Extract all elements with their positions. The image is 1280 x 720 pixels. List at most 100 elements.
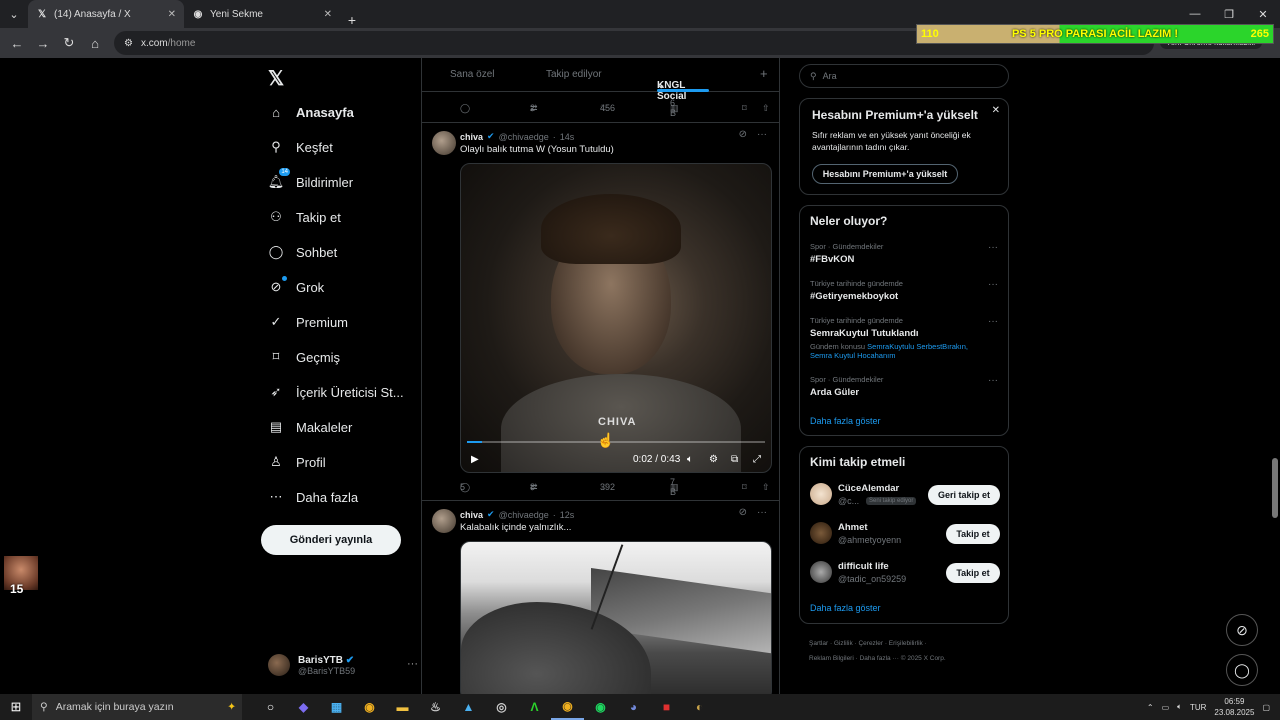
share-icon[interactable]: ⇧ <box>762 103 770 114</box>
nav-item-notifications[interactable]: 🔔︎ 14 Bildirimler <box>268 168 353 192</box>
notifications-icon[interactable]: ▢ <box>1262 703 1270 712</box>
site-info-icon[interactable]: ⚙ <box>124 38 133 49</box>
verified-badge-icon: ✔ <box>487 509 495 519</box>
tab-following[interactable]: Takip edilyor <box>546 69 602 80</box>
steam-icon[interactable]: ♨ <box>419 694 452 720</box>
new-tab-button[interactable]: + <box>340 12 364 28</box>
follow-button[interactable]: Takip et <box>946 563 1000 583</box>
volume-icon[interactable]: 🔈︎ <box>1177 702 1182 712</box>
store-icon[interactable]: ▦ <box>320 694 353 720</box>
network-icon[interactable]: ▭ <box>1162 703 1170 712</box>
author-name[interactable]: chiva <box>460 510 483 520</box>
more-icon[interactable]: ··· <box>407 658 418 670</box>
more-icon[interactable]: ··· <box>988 242 998 253</box>
follow-back-button[interactable]: Geri takip et <box>928 485 1000 505</box>
forward-icon[interactable]: → <box>32 32 54 54</box>
close-tab-icon[interactable]: ✕ <box>168 9 176 20</box>
nav-item-articles[interactable]: ▤ Makaleler <box>268 417 353 437</box>
windows-start-icon[interactable]: ⊞ <box>0 694 32 720</box>
browser-tab-active[interactable]: 𝕏 (14) Anasayfa / X ✕ <box>28 0 184 28</box>
play-icon[interactable]: ▶ <box>471 454 479 465</box>
tweet[interactable]: chiva ✔ @chivaedge · 12s ⊘ ··· Kalabalık… <box>422 500 779 694</box>
chrome-active-icon[interactable]: ◉ <box>551 694 584 720</box>
more-icon[interactable]: ··· <box>988 375 998 386</box>
league-icon[interactable]: ◐ <box>683 694 716 720</box>
volume-icon[interactable]: 🔈︎ <box>687 454 693 465</box>
trends-show-more-link[interactable]: Daha fazla göster <box>810 416 881 426</box>
follow-suggestion[interactable]: difficult life @tadic_on59259 Takip et <box>810 561 1000 587</box>
video-progress-bar[interactable] <box>467 441 765 443</box>
nav-item-premium[interactable]: ✓ Premium <box>268 312 348 332</box>
more-icon[interactable]: ··· <box>757 129 767 140</box>
task-view-icon[interactable]: ○ <box>254 694 287 720</box>
share-icon[interactable]: ⇧ <box>762 482 770 493</box>
nav-item-creator-studio[interactable]: ➶ İçerik Üreticisi St... <box>268 382 404 402</box>
tweet-time[interactable]: 12s <box>560 510 575 520</box>
grok-icon[interactable]: ⊘ <box>739 129 747 140</box>
obs-icon[interactable]: ◎ <box>485 694 518 720</box>
back-icon[interactable]: ← <box>6 32 28 54</box>
more-icon[interactable]: ··· <box>988 316 998 327</box>
tweet-time[interactable]: 14s <box>560 132 575 142</box>
tab-search-button[interactable]: ⌄ <box>0 0 28 28</box>
author-handle[interactable]: @chivaedge <box>499 510 549 520</box>
avatar[interactable] <box>432 131 456 155</box>
follow-suggestion[interactable]: Ahmet @ahmetyoyenn Takip et <box>810 522 1000 548</box>
post-button[interactable]: Gönderi yayınla <box>261 525 401 555</box>
account-switcher[interactable]: BarisYTB ✔ @BarisYTB59 ··· <box>268 654 418 676</box>
nav-item-more[interactable]: ⋯ Daha fazla <box>268 487 359 507</box>
pip-icon[interactable]: ⧉ <box>731 454 738 465</box>
follow-button[interactable]: Takip et <box>946 524 1000 544</box>
scrollbar-thumb[interactable] <box>1272 458 1278 518</box>
author-name[interactable]: chiva <box>460 132 483 142</box>
grok-fab-icon[interactable]: ⊘ <box>1226 614 1258 646</box>
reply-icon[interactable]: ◯ <box>460 103 470 114</box>
nav-item-bookmarks[interactable]: ⌑ Geçmiş <box>268 347 340 367</box>
tweet-image[interactable] <box>460 541 772 694</box>
app-icon[interactable]: ◆ <box>287 694 320 720</box>
nav-item-home[interactable]: ⌂ Anasayfa <box>268 102 354 122</box>
close-icon[interactable]: ✕ <box>992 105 1000 116</box>
bookmark-icon[interactable]: ⌑ <box>742 103 747 114</box>
footer-line[interactable]: Reklam Bilgileri · Daha fazla ··· © 2025… <box>809 651 1009 666</box>
avatar[interactable] <box>432 509 456 533</box>
taskbar-search[interactable]: ⚲ Aramak için buraya yazın ✦ <box>32 694 242 720</box>
app-icon[interactable]: ▲ <box>452 694 485 720</box>
chrome-icon[interactable]: ◉ <box>353 694 386 720</box>
tab-for-you[interactable]: Sana özel <box>450 69 494 80</box>
more-icon[interactable]: ··· <box>988 279 998 290</box>
video-player[interactable]: CHIVA ▶ 0:02 / 0:43 🔈︎ ⚙ ⧉ ⤢ <box>460 163 772 473</box>
file-explorer-icon[interactable]: ▬ <box>386 694 419 720</box>
language-indicator[interactable]: TUR <box>1190 703 1206 712</box>
spotify-icon[interactable]: ◉ <box>584 694 617 720</box>
x-logo-icon[interactable]: 𝕏 <box>268 66 284 91</box>
nav-item-grok[interactable]: ⊘ Grok <box>268 276 324 297</box>
nav-item-profile[interactable]: ♙ Profil <box>268 452 325 472</box>
app-icon[interactable]: ■ <box>650 694 683 720</box>
more-icon[interactable]: ··· <box>757 507 767 518</box>
bookmark-icon[interactable]: ⌑ <box>742 482 747 493</box>
follow-suggestion[interactable]: CüceAlemdar @c... Seni takip ediyor Geri… <box>810 483 1000 509</box>
chevron-up-icon[interactable]: ⌃ <box>1147 703 1154 712</box>
fullscreen-icon[interactable]: ⤢ <box>753 454 761 465</box>
premium-upgrade-button[interactable]: Hesabını Premium+'a yükselt <box>812 164 958 184</box>
settings-icon[interactable]: ⚙ <box>709 454 718 465</box>
page-scrollbar[interactable] <box>1270 58 1280 694</box>
reload-icon[interactable]: ↻ <box>58 32 80 54</box>
browser-tab[interactable]: ◉ Yeni Sekme ✕ <box>184 0 340 28</box>
clock[interactable]: 06:59 23.08.2025 <box>1214 696 1254 718</box>
nvidia-icon[interactable]: Λ <box>518 694 551 720</box>
messages-fab-icon[interactable]: ◯ <box>1226 654 1258 686</box>
footer-line[interactable]: Şartlar · Gizlilik · Çerezler · Erişileb… <box>809 636 1009 651</box>
nav-item-chat[interactable]: ◯ Sohbet <box>268 242 337 262</box>
author-handle[interactable]: @chivaedge <box>499 132 549 142</box>
grok-icon[interactable]: ⊘ <box>739 507 747 518</box>
nav-item-follow[interactable]: ⚇ Takip et <box>268 207 341 227</box>
add-tab-icon[interactable]: + <box>760 66 768 81</box>
who-to-follow-show-more-link[interactable]: Daha fazla göster <box>810 603 881 613</box>
search-input[interactable]: ⚲ Ara <box>799 64 1009 88</box>
home-button-icon[interactable]: ⌂ <box>84 32 106 54</box>
nav-item-explore[interactable]: ⚲ Keşfet <box>268 137 333 157</box>
discord-icon[interactable]: ◕ <box>617 694 650 720</box>
close-tab-icon[interactable]: ✕ <box>324 9 332 20</box>
